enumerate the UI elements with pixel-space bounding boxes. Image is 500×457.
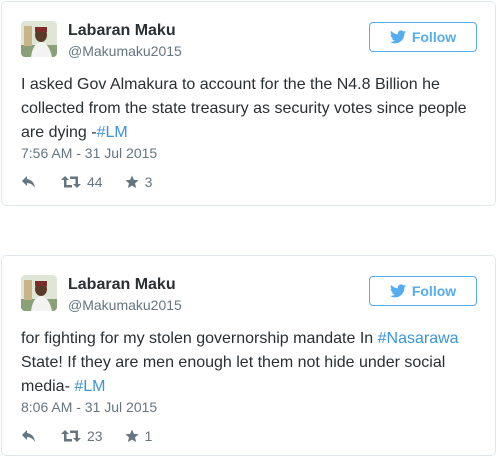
follow-label: Follow — [411, 29, 457, 45]
retweet-count: 44 — [87, 174, 103, 190]
follow-label: Follow — [411, 283, 457, 299]
reply-button[interactable] — [21, 175, 37, 189]
favorite-count: 3 — [144, 174, 153, 190]
favorite-button[interactable]: 1 — [124, 428, 153, 444]
tweet-text-part: for fighting for my stolen governorship … — [21, 330, 378, 347]
author-name[interactable]: Labaran Maku — [68, 276, 176, 294]
retweet-button[interactable]: 44 — [61, 174, 103, 190]
tweet-actions: 44 3 — [21, 172, 152, 192]
hashtag-link[interactable]: #Nasarawa — [378, 330, 459, 347]
avatar[interactable] — [21, 275, 57, 311]
tweet-card: Labaran Maku @Makumaku2015 Follow for fi… — [1, 255, 496, 456]
reply-icon — [21, 175, 37, 189]
tweet-text: for fighting for my stolen governorship … — [21, 327, 481, 399]
twitter-bird-icon — [389, 284, 406, 298]
retweet-icon — [61, 175, 81, 189]
avatar[interactable] — [21, 21, 57, 57]
hashtag-link[interactable]: #LM — [74, 378, 105, 395]
timestamp[interactable]: 7:56 AM - 31 Jul 2015 — [21, 145, 157, 161]
star-icon — [124, 175, 139, 189]
author-handle[interactable]: @Makumaku2015 — [68, 297, 182, 313]
reply-icon — [21, 429, 37, 443]
favorite-count: 1 — [144, 428, 153, 444]
follow-button[interactable]: Follow — [369, 22, 477, 52]
retweet-button[interactable]: 23 — [61, 428, 103, 444]
timestamp[interactable]: 8:06 AM - 31 Jul 2015 — [21, 399, 157, 415]
tweet-card: Labaran Maku @Makumaku2015 Follow I aske… — [1, 1, 496, 206]
retweet-count: 23 — [87, 428, 103, 444]
author-handle[interactable]: @Makumaku2015 — [68, 43, 182, 59]
author-name[interactable]: Labaran Maku — [68, 22, 176, 40]
tweet-text: I asked Gov Almakura to account for the … — [21, 73, 481, 145]
retweet-icon — [61, 429, 81, 443]
favorite-button[interactable]: 3 — [124, 174, 153, 190]
tweet-text-body: I asked Gov Almakura to account for the … — [21, 76, 467, 141]
follow-button[interactable]: Follow — [369, 276, 477, 306]
reply-button[interactable] — [21, 429, 37, 443]
tweet-actions: 23 1 — [21, 426, 152, 446]
star-icon — [124, 429, 139, 443]
hashtag-link[interactable]: #LM — [97, 124, 128, 141]
twitter-bird-icon — [389, 30, 406, 44]
